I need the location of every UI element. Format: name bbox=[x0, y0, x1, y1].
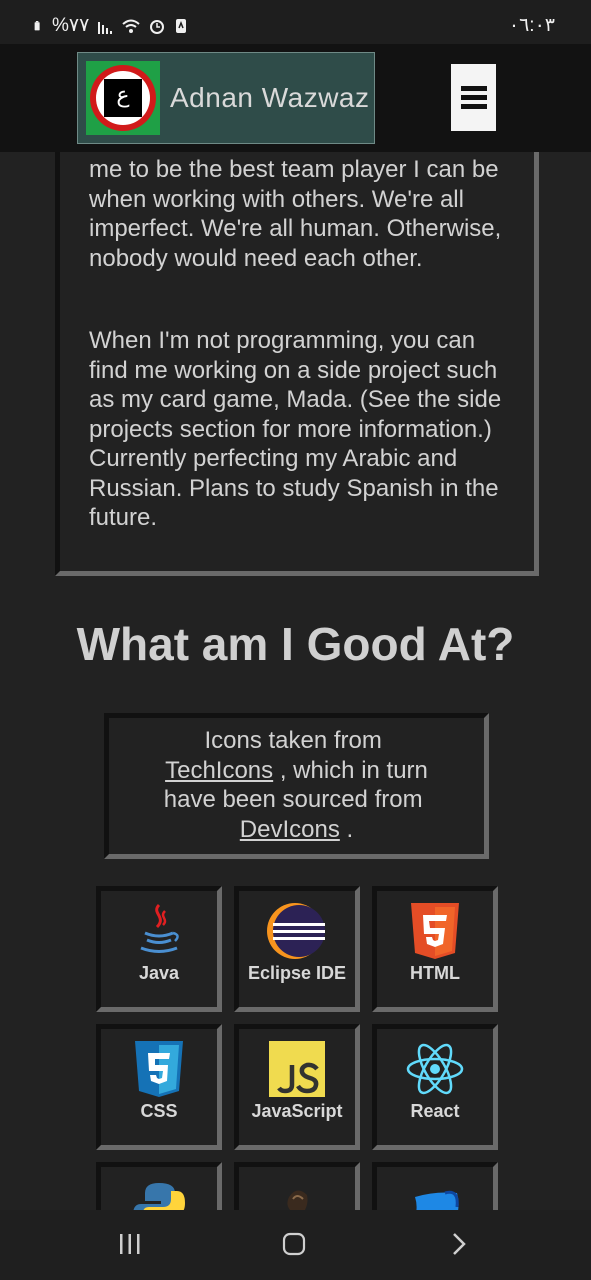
skill-tile-python bbox=[96, 1162, 222, 1210]
about-paragraph-1: me to be the best team player I can be w… bbox=[89, 156, 502, 272]
devicons-link[interactable]: DevIcons bbox=[240, 816, 340, 843]
sync-icon bbox=[176, 18, 187, 33]
skill-label: CSS bbox=[140, 1101, 178, 1121]
hamburger-menu-icon bbox=[460, 86, 487, 91]
credits-prefix: Icons taken from bbox=[204, 727, 382, 754]
skill-tile-eclipse: Eclipse IDE bbox=[234, 886, 360, 1012]
battery-icon bbox=[34, 20, 40, 30]
status-left: %٧٧ bbox=[34, 14, 189, 37]
signal-icon bbox=[98, 21, 113, 34]
site-navbar: ع Adnan Wazwaz bbox=[0, 44, 591, 152]
about-paragraph-2: When I'm not programming, you can find m… bbox=[89, 327, 502, 531]
css3-icon bbox=[135, 1041, 183, 1097]
techicons-link[interactable]: TechIcons bbox=[165, 757, 273, 784]
skill-label: Java bbox=[138, 963, 180, 983]
clock: ٠٦:٠٣ bbox=[508, 15, 555, 36]
skill-label: JavaScript bbox=[251, 1101, 343, 1121]
battery-percent: %٧٧ bbox=[52, 15, 90, 36]
eclipse-icon bbox=[267, 903, 325, 959]
hamburger-menu-button[interactable] bbox=[451, 64, 496, 131]
jenkins-icon bbox=[287, 1190, 308, 1210]
brand-name: Adnan Wazwaz bbox=[170, 82, 370, 113]
skill-tile-css: CSS bbox=[96, 1024, 222, 1150]
skill-tile-react: React bbox=[372, 1024, 498, 1150]
skill-label: React bbox=[410, 1101, 460, 1121]
home-icon[interactable] bbox=[282, 1232, 306, 1256]
system-nav-bar bbox=[0, 1210, 591, 1280]
recent-apps-icon[interactable] bbox=[118, 1232, 142, 1256]
logo: ع bbox=[86, 61, 160, 135]
logo-glyph: ع bbox=[116, 83, 130, 108]
back-icon[interactable] bbox=[450, 1232, 468, 1256]
skill-label: HTML bbox=[410, 963, 460, 983]
status-bar: %٧٧ ٠٦:٠٣ bbox=[0, 0, 591, 44]
page-content: me to be the best team player I can be w… bbox=[0, 152, 591, 1210]
wifi-icon bbox=[122, 19, 140, 33]
section-title-skills: What am I Good At? bbox=[76, 618, 515, 670]
alarm-icon bbox=[150, 19, 165, 34]
javascript-icon bbox=[269, 1041, 325, 1097]
icon-credits-box: Icons taken from TechIcons , which in tu… bbox=[104, 713, 489, 859]
skill-tile-jenkins bbox=[234, 1162, 360, 1210]
skill-tile-azure-data-studio bbox=[372, 1162, 498, 1210]
skill-tile-javascript: JavaScript bbox=[234, 1024, 360, 1150]
brand-link[interactable]: ع Adnan Wazwaz bbox=[77, 52, 375, 144]
skill-label: Eclipse IDE bbox=[247, 963, 347, 983]
azure-data-studio-icon bbox=[415, 1190, 459, 1210]
java-icon bbox=[140, 903, 179, 953]
react-icon bbox=[406, 1043, 464, 1095]
skill-tile-java: Java bbox=[96, 886, 222, 1012]
python-icon bbox=[133, 1183, 185, 1210]
credits-suffix: . bbox=[346, 815, 354, 843]
skill-tile-html: HTML bbox=[372, 886, 498, 1012]
html5-icon bbox=[411, 903, 459, 959]
